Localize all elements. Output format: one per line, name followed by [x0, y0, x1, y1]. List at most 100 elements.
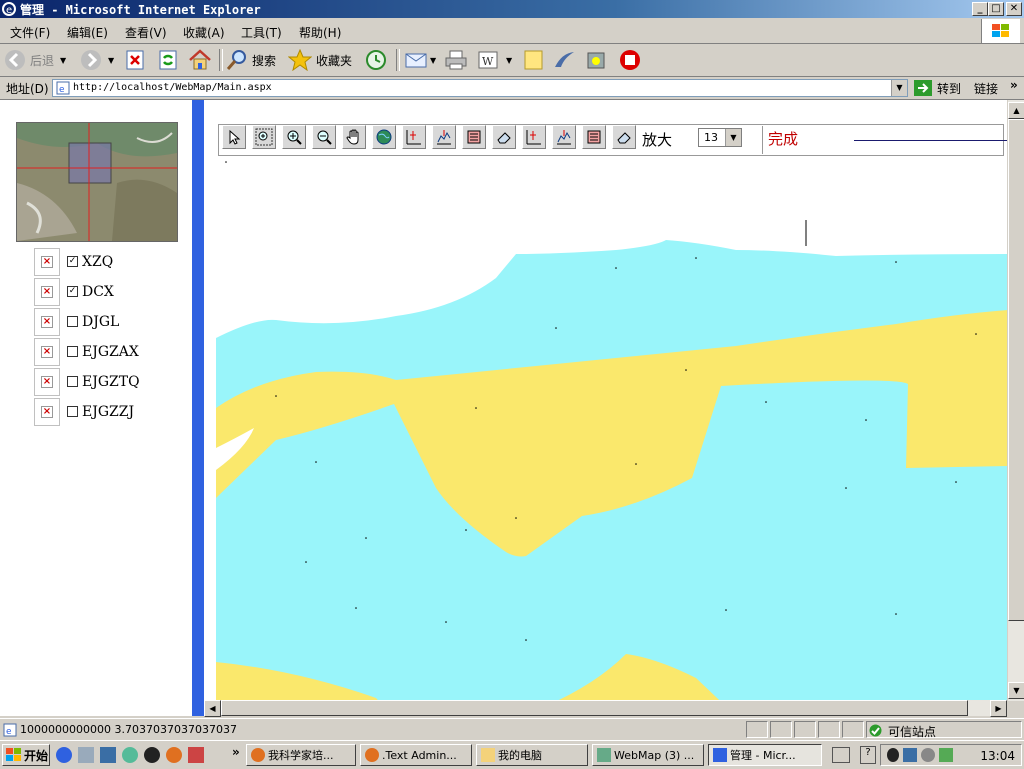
help-icon[interactable]: ?	[860, 746, 876, 764]
taskbar-item[interactable]: 我科学家培...	[246, 744, 356, 766]
menu-favorites[interactable]: 收藏(A)	[183, 24, 225, 41]
go-button[interactable]: 转到	[914, 78, 961, 98]
task-label: 管理 - Micr...	[730, 749, 796, 762]
taskbar-item[interactable]: .Text Admin...	[360, 744, 472, 766]
satellite-thumbnail	[17, 123, 177, 241]
network-tray-icon[interactable]	[903, 748, 917, 762]
refresh-button[interactable]	[157, 48, 179, 72]
map-clear-tool-2[interactable]	[612, 125, 636, 149]
layer-row: × ✓ DCX	[34, 278, 184, 307]
polygon-icon	[467, 130, 481, 144]
print-button[interactable]	[444, 48, 468, 72]
taskbar-item[interactable]: WebMap (3) ...	[592, 744, 704, 766]
history-button[interactable]	[364, 48, 388, 72]
go-arrow-icon	[914, 80, 932, 96]
scroll-thumb[interactable]	[1008, 119, 1024, 621]
overview-map[interactable]	[16, 122, 178, 242]
firefox-quicklaunch-icon[interactable]	[166, 747, 182, 763]
scroll-right-button[interactable]: ▶	[990, 700, 1007, 717]
back-button[interactable]: 后退 ▼	[4, 48, 66, 72]
messenger-button[interactable]	[552, 48, 576, 72]
links-label[interactable]: 链接	[974, 80, 998, 97]
map-zoom-out-tool[interactable]	[312, 125, 336, 149]
map-select-tool[interactable]	[222, 125, 246, 149]
map-full-extent-tool[interactable]	[372, 125, 396, 149]
scroll-down-button[interactable]: ▼	[1008, 682, 1024, 699]
stop-button[interactable]	[124, 48, 146, 72]
address-input[interactable]: e http://localhost/WebMap/Main.aspx ▼	[52, 79, 908, 97]
scroll-up-button[interactable]: ▲	[1008, 102, 1024, 119]
eraser-icon	[617, 132, 631, 144]
maximize-button[interactable]: □	[988, 2, 1004, 16]
map-area-tool-2[interactable]	[582, 125, 606, 149]
map-zoom-in-tool[interactable]	[282, 125, 306, 149]
layer-checkbox[interactable]	[67, 316, 78, 327]
desktop-quicklaunch-icon[interactable]	[100, 747, 116, 763]
home-button[interactable]	[188, 48, 212, 72]
layer-image: ×	[34, 308, 60, 336]
quicklaunch-expand-icon[interactable]: »	[232, 745, 240, 759]
layer-checkbox[interactable]: ✓	[67, 256, 78, 267]
layer-row: × EJGZZJ	[34, 398, 184, 427]
zoom-level-select[interactable]: 13 ▼	[698, 128, 742, 147]
taskbar: 开始 » 我科学家培... .Text Admin... 我的电脑 WebMap…	[0, 740, 1024, 769]
address-dropdown-button[interactable]: ▼	[891, 80, 907, 96]
measure-area-icon	[437, 130, 451, 145]
minimize-button[interactable]: _	[972, 2, 988, 16]
taskbar-item[interactable]: 我的电脑	[476, 744, 588, 766]
zoom-label: 放大	[642, 131, 673, 149]
menu-view[interactable]: 查看(V)	[125, 24, 167, 41]
links-expand-icon[interactable]: »	[1010, 78, 1018, 92]
menu-edit[interactable]: 编辑(E)	[67, 24, 108, 41]
ie-quicklaunch-icon[interactable]	[56, 747, 72, 763]
discuss-button[interactable]	[522, 48, 546, 72]
map-zoom-box-tool[interactable]	[252, 125, 276, 149]
favorites-button[interactable]: 收藏夹	[288, 48, 352, 72]
start-button[interactable]: 开始	[2, 744, 50, 766]
search-button[interactable]: 搜索	[226, 48, 276, 72]
media-button[interactable]	[584, 48, 608, 72]
forward-button[interactable]: ▼	[80, 48, 114, 72]
menu-tools[interactable]: 工具(T)	[241, 24, 282, 41]
map-distance-tool[interactable]	[432, 125, 456, 149]
qq-tray-icon[interactable]	[887, 748, 899, 762]
close-button[interactable]: ✕	[1006, 2, 1022, 16]
map-pan-tool[interactable]	[342, 125, 366, 149]
map-area-tool[interactable]	[462, 125, 486, 149]
app-quicklaunch-icon[interactable]	[188, 747, 204, 763]
map-clear-tool[interactable]	[492, 125, 516, 149]
edit-button[interactable]: W ▼	[476, 48, 512, 72]
status-bar: e 1000000000000 3.7037037037037037 可信站点	[0, 718, 1024, 740]
layer-checkbox[interactable]: ✓	[67, 286, 78, 297]
outlook-quicklaunch-icon[interactable]	[78, 747, 94, 763]
status-panel	[794, 721, 816, 738]
menu-file[interactable]: 文件(F)	[10, 24, 50, 41]
menu-help[interactable]: 帮助(H)	[299, 24, 341, 41]
volume-tray-icon[interactable]	[921, 748, 935, 762]
qq-button[interactable]	[618, 48, 642, 72]
vertical-scrollbar[interactable]: ▲ ▼	[1007, 100, 1024, 701]
layer-label: DCX	[82, 284, 114, 300]
scroll-left-button[interactable]: ◀	[204, 700, 221, 717]
title-bar[interactable]: e 管理 - Microsoft Internet Explorer _ □ ✕	[0, 0, 1024, 18]
horizontal-scrollbar[interactable]: ◀ ▶	[204, 700, 1007, 717]
layer-checkbox[interactable]	[67, 406, 78, 417]
qq-quicklaunch-icon[interactable]	[144, 747, 160, 763]
map-identify-tool[interactable]	[402, 125, 426, 149]
taskbar-item-active[interactable]: 管理 - Micr...	[708, 744, 822, 766]
map-identify-tool-2[interactable]	[522, 125, 546, 149]
map-canvas[interactable]	[216, 158, 1008, 716]
app-tray-icon[interactable]	[939, 748, 953, 762]
layer-checkbox[interactable]	[67, 346, 78, 357]
page-icon: e	[3, 723, 17, 737]
panel-divider[interactable]	[192, 100, 204, 716]
mail-button[interactable]: ▼	[404, 48, 436, 72]
page-icon: e	[56, 81, 70, 95]
scroll-thumb[interactable]	[221, 700, 968, 716]
layer-checkbox[interactable]	[67, 376, 78, 387]
map-distance-tool-2[interactable]	[552, 125, 576, 149]
keyboard-icon[interactable]	[832, 747, 850, 763]
messenger-quicklaunch-icon[interactable]	[122, 747, 138, 763]
map-area[interactable]: 放大 13 ▼ 完成	[216, 122, 1008, 716]
back-label: 后退	[30, 53, 55, 68]
